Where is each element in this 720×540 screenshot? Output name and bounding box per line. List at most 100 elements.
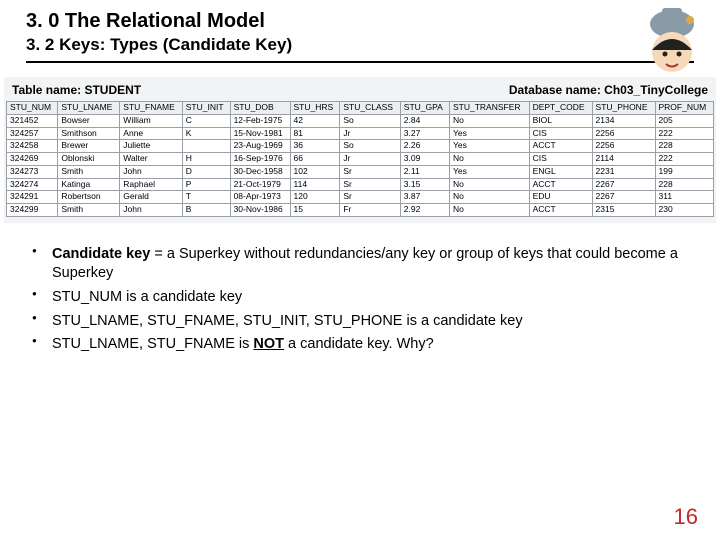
cell: ACCT — [529, 204, 592, 217]
cell: 3.27 — [400, 127, 449, 140]
cell: 324258 — [7, 140, 58, 153]
cell: 102 — [290, 165, 340, 178]
heading-chapter: 3. 0 The Relational Model — [26, 10, 694, 33]
cell: 2114 — [592, 153, 655, 166]
cell: 324274 — [7, 178, 58, 191]
cell: No — [449, 178, 529, 191]
col-stu_lname: STU_LNAME — [58, 102, 120, 115]
cell: 324257 — [7, 127, 58, 140]
table-row: 324291RobertsonGeraldT08-Apr-1973120Sr3.… — [7, 191, 714, 204]
bullet-list: Candidate key = a Superkey without redun… — [30, 245, 690, 355]
cell: 2.84 — [400, 114, 449, 127]
cell: Anne — [120, 127, 182, 140]
col-stu_dob: STU_DOB — [230, 102, 290, 115]
cell: K — [182, 127, 230, 140]
cell: 324291 — [7, 191, 58, 204]
cell: 324273 — [7, 165, 58, 178]
bullet-not-post: a candidate key. Why? — [284, 336, 434, 352]
cell: 228 — [655, 178, 714, 191]
cell: 66 — [290, 153, 340, 166]
heading-section: 3. 2 Keys: Types (Candidate Key) — [26, 35, 694, 55]
cell: Raphael — [120, 178, 182, 191]
cell: Jr — [340, 153, 400, 166]
cell: 114 — [290, 178, 340, 191]
cell: 120 — [290, 191, 340, 204]
cell: No — [449, 191, 529, 204]
cell: 21-Oct-1979 — [230, 178, 290, 191]
cell: No — [449, 114, 529, 127]
table-row: 324258BrewerJuliette23-Aug-196936So2.26Y… — [7, 140, 714, 153]
cell: John — [120, 165, 182, 178]
cell: H — [182, 153, 230, 166]
cell: So — [340, 114, 400, 127]
cell: Jr — [340, 127, 400, 140]
table-row: 324257SmithsonAnneK15-Nov-198181Jr3.27Ye… — [7, 127, 714, 140]
cell: 2231 — [592, 165, 655, 178]
col-stu_phone: STU_PHONE — [592, 102, 655, 115]
cell: 228 — [655, 140, 714, 153]
table-row: 324274KatingaRaphaelP21-Oct-1979114Sr3.1… — [7, 178, 714, 191]
cell: 36 — [290, 140, 340, 153]
col-stu_num: STU_NUM — [7, 102, 58, 115]
bullet-not-pre: STU_LNAME, STU_FNAME is — [52, 336, 253, 352]
bullet-not-word: NOT — [253, 336, 284, 352]
cell: Juliette — [120, 140, 182, 153]
cell: Robertson — [58, 191, 120, 204]
cell: 81 — [290, 127, 340, 140]
cell: So — [340, 140, 400, 153]
cell: Sr — [340, 191, 400, 204]
col-stu_transfer: STU_TRANSFER — [449, 102, 529, 115]
cell: No — [449, 153, 529, 166]
database-name-label: Database name: Ch03_TinyCollege — [509, 83, 708, 97]
cell: Oblonski — [58, 153, 120, 166]
cell: D — [182, 165, 230, 178]
cell: Katinga — [58, 178, 120, 191]
cell: 2.26 — [400, 140, 449, 153]
cell: 324269 — [7, 153, 58, 166]
cell: 321452 — [7, 114, 58, 127]
cell: 199 — [655, 165, 714, 178]
page-number: 16 — [674, 504, 698, 530]
cell: EDU — [529, 191, 592, 204]
cell: 2315 — [592, 204, 655, 217]
cell: 15 — [290, 204, 340, 217]
cell: No — [449, 204, 529, 217]
cell: Walter — [120, 153, 182, 166]
cell: 3.15 — [400, 178, 449, 191]
col-stu_class: STU_CLASS — [340, 102, 400, 115]
cell: Gerald — [120, 191, 182, 204]
cell: P — [182, 178, 230, 191]
col-prof_num: PROF_NUM — [655, 102, 714, 115]
cell: 15-Nov-1981 — [230, 127, 290, 140]
cell: 2.92 — [400, 204, 449, 217]
cell: 2134 — [592, 114, 655, 127]
col-dept_code: DEPT_CODE — [529, 102, 592, 115]
student-table-panel: Table name: STUDENT Database name: Ch03_… — [4, 77, 716, 223]
cell: 324299 — [7, 204, 58, 217]
cell — [182, 140, 230, 153]
heading-rule — [26, 61, 694, 63]
bullet-combo-key: STU_LNAME, STU_FNAME, STU_INIT, STU_PHON… — [30, 312, 690, 332]
cell: Smithson — [58, 127, 120, 140]
cell: 08-Apr-1973 — [230, 191, 290, 204]
table-row: 321452BowserWilliamC12-Feb-197542So2.84N… — [7, 114, 714, 127]
cell: 12-Feb-1975 — [230, 114, 290, 127]
cell: B — [182, 204, 230, 217]
cell: ENGL — [529, 165, 592, 178]
cell: 311 — [655, 191, 714, 204]
cell: Brewer — [58, 140, 120, 153]
cell: 3.87 — [400, 191, 449, 204]
cell: William — [120, 114, 182, 127]
cell: C — [182, 114, 230, 127]
cell: Sr — [340, 178, 400, 191]
cell: 2267 — [592, 178, 655, 191]
cell: 42 — [290, 114, 340, 127]
cell: Bowser — [58, 114, 120, 127]
table-row: 324269OblonskiWalterH16-Sep-197666Jr3.09… — [7, 153, 714, 166]
cell: 30-Dec-1958 — [230, 165, 290, 178]
cell: CIS — [529, 127, 592, 140]
table-name-label: Table name: STUDENT — [12, 83, 141, 97]
cell: 2256 — [592, 140, 655, 153]
cell: Smith — [58, 165, 120, 178]
cell: 2.11 — [400, 165, 449, 178]
